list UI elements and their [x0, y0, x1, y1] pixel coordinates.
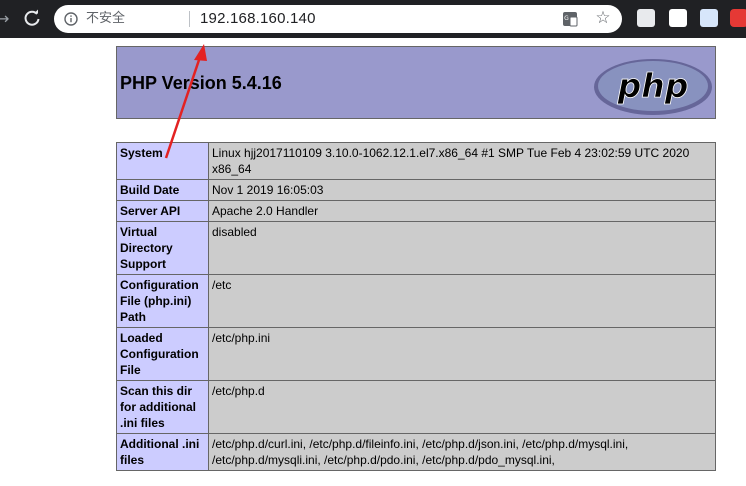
row-value: Apache 2.0 Handler	[208, 200, 716, 222]
bookmark-star-icon[interactable]: ☆	[594, 9, 612, 27]
page-content: PHP Version 5.4.16 php System Linux hjj20…	[0, 38, 746, 486]
table-row: Build Date Nov 1 2019 16:05:03	[116, 179, 716, 201]
svg-text:G: G	[564, 15, 569, 22]
php-logo-text: php	[617, 66, 689, 105]
divider	[189, 11, 190, 27]
row-label: Configuration File (php.ini) Path	[116, 274, 209, 328]
browser-toolbar: → 不安全 192.168.160.140 G ☆	[0, 0, 746, 38]
table-row: Loaded Configuration File/etc/php.ini	[116, 327, 716, 381]
forward-icon[interactable]: →	[0, 10, 10, 28]
row-label: Additional .ini files	[116, 433, 209, 471]
extension-icon[interactable]	[730, 9, 746, 27]
table-row: Server API Apache 2.0 Handler	[116, 200, 716, 222]
url-text[interactable]: 192.168.160.140	[200, 10, 316, 28]
security-label[interactable]: 不安全	[86, 11, 125, 27]
row-value: /etc/php.ini	[208, 327, 716, 381]
row-value: /etc	[208, 274, 716, 328]
table-row: Configuration File (php.ini) Path/etc	[116, 274, 716, 328]
row-value: Linux hjj2017110109 3.10.0-1062.12.1.el7…	[208, 142, 716, 180]
translate-icon[interactable]: G	[562, 11, 578, 27]
table-row: Virtual Directory Support disabled	[116, 221, 716, 275]
row-label: Scan this dir for additional .ini files	[116, 380, 209, 434]
row-label: Virtual Directory Support	[116, 221, 209, 275]
php-logo: php	[594, 59, 712, 115]
page-title: PHP Version 5.4.16	[120, 73, 282, 93]
row-label: Build Date	[116, 179, 209, 201]
row-value: Nov 1 2019 16:05:03	[208, 179, 716, 201]
row-label: System	[116, 142, 209, 180]
table-row: Additional .ini files/etc/php.d/curl.ini…	[116, 433, 716, 471]
row-value: disabled	[208, 221, 716, 275]
address-bar[interactable]: 不安全 192.168.160.140 G ☆	[54, 5, 622, 33]
extension-icon[interactable]	[700, 9, 718, 27]
extension-icon[interactable]	[669, 9, 687, 27]
table-row: System Linux hjj2017110109 3.10.0-1062.12…	[116, 142, 716, 180]
row-value: /etc/php.d	[208, 380, 716, 434]
reload-icon[interactable]	[22, 8, 42, 28]
table-row: Scan this dir for additional .ini files /…	[116, 380, 716, 434]
info-table: System Linux hjj2017110109 3.10.0-1062.12…	[116, 142, 716, 471]
row-label: Server API	[116, 200, 209, 222]
row-label: Loaded Configuration File	[116, 327, 209, 381]
php-header: PHP Version 5.4.16 php	[116, 46, 716, 119]
extension-icon[interactable]	[637, 9, 655, 27]
row-value: /etc/php.d/curl.ini, /etc/php.d/fileinfo…	[208, 433, 716, 471]
info-icon[interactable]	[64, 12, 78, 26]
